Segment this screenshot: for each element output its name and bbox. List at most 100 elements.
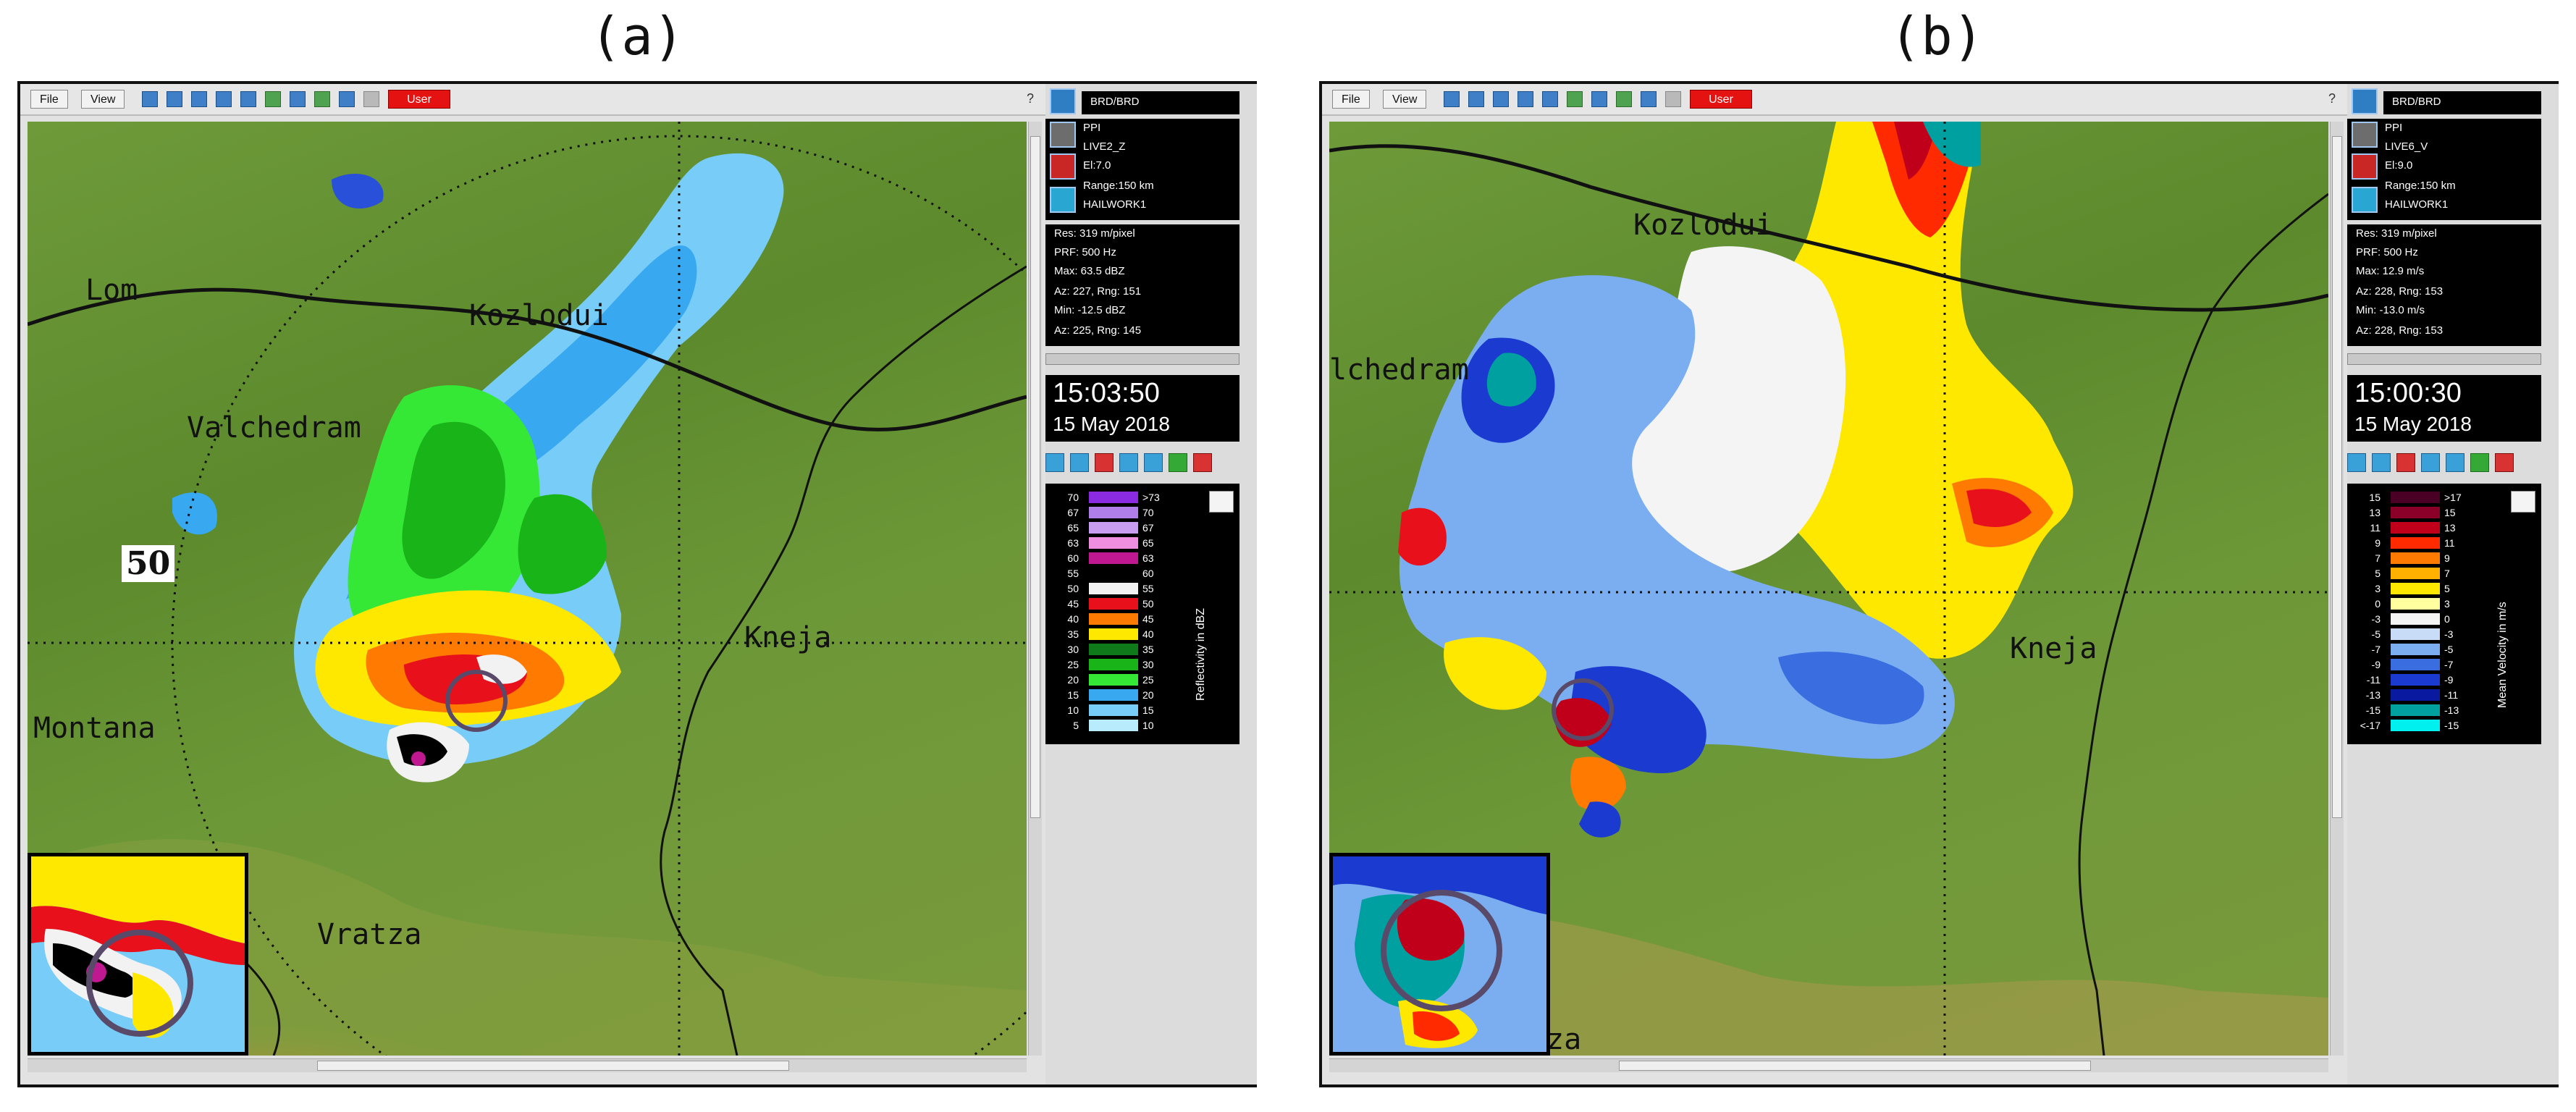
step-forward-icon[interactable] xyxy=(1144,453,1163,472)
scan-info: PPI LIVE2_Z El:7.0 Range:150 km HAILWORK… xyxy=(1045,119,1239,220)
legend-lower-value: -7 xyxy=(2371,644,2381,655)
play-back-icon[interactable] xyxy=(1045,453,1064,472)
play-forward-icon[interactable] xyxy=(2372,453,2391,472)
grid-icon[interactable] xyxy=(1641,91,1657,107)
zoom-inset-a xyxy=(28,853,248,1056)
crosshair-icon[interactable] xyxy=(1468,91,1484,107)
legend-upper-value: -15 xyxy=(2444,720,2459,731)
grid-icon[interactable] xyxy=(339,91,355,107)
site-icon[interactable] xyxy=(1050,88,1076,114)
loop-icon[interactable] xyxy=(1169,453,1187,472)
step-back-icon[interactable] xyxy=(2421,453,2440,472)
zoom-in-icon[interactable] xyxy=(1493,91,1509,107)
horizontal-scrollbar[interactable] xyxy=(1329,1058,2328,1072)
stat-line: Az: 228, Rng: 153 xyxy=(2356,324,2444,337)
legend-upper-value: 10 xyxy=(1142,720,1154,731)
stop-icon[interactable] xyxy=(2396,453,2415,472)
scroll-thumb[interactable] xyxy=(1030,136,1040,818)
layers-icon[interactable] xyxy=(1567,91,1583,107)
vertical-scrollbar[interactable] xyxy=(2330,122,2344,1056)
step-back-icon[interactable] xyxy=(1119,453,1138,472)
legend-row: -9 -7 xyxy=(2347,658,2492,671)
view-menu-button[interactable]: View xyxy=(81,90,125,109)
radar-map-b[interactable]: Kozlodui lchedram Kneja za xyxy=(1329,122,2328,1056)
legend-upper-value: -9 xyxy=(2444,674,2454,686)
info-sidebar: BRD/BRD PPI LIVE2_Z El:7.0 Range:150 km … xyxy=(1045,84,1257,1084)
heart-icon xyxy=(1050,153,1076,180)
legend-row: -11 -9 xyxy=(2347,673,2492,686)
help-icon[interactable]: ? xyxy=(2328,91,2336,106)
scroll-thumb[interactable] xyxy=(1619,1061,2091,1071)
vertical-scrollbar[interactable] xyxy=(1028,122,1042,1056)
help-icon[interactable]: ? xyxy=(1027,91,1034,106)
stat-line: Max: 63.5 dBZ xyxy=(1054,265,1125,277)
scan-type: PPI xyxy=(2385,122,2403,134)
task-name: HAILWORK1 xyxy=(2385,198,2449,211)
clock-icon xyxy=(1050,187,1076,213)
file-menu-button[interactable]: File xyxy=(30,90,68,109)
legend-row: 57 xyxy=(2347,567,2492,580)
file-menu-button[interactable]: File xyxy=(1332,90,1370,109)
legend-row: 9 11 xyxy=(2347,536,2492,549)
overlay-icon[interactable] xyxy=(1616,91,1632,107)
user-button[interactable]: User xyxy=(1690,90,1752,109)
horizontal-scrollbar[interactable] xyxy=(28,1058,1027,1072)
legend-title: Mean Velocity in m/s xyxy=(2496,602,2509,708)
legend-row: 70 >73 xyxy=(1045,491,1190,504)
crosshair-icon[interactable] xyxy=(167,91,182,107)
legend-swatch xyxy=(1089,674,1138,686)
legend-lower-value: 0 xyxy=(2375,598,2381,610)
stop-icon[interactable] xyxy=(1095,453,1114,472)
legend-lower-value: 35 xyxy=(1067,628,1079,640)
palette-edit-icon[interactable] xyxy=(1209,491,1234,513)
place-label: Montana xyxy=(33,712,156,745)
legend-swatch xyxy=(2391,598,2440,610)
legend-lower-value: 40 xyxy=(1067,613,1079,625)
layers-icon[interactable] xyxy=(265,91,281,107)
legend-title: Reflectivity in dBZ xyxy=(1195,607,1207,701)
scroll-thumb[interactable] xyxy=(317,1061,789,1071)
legend-upper-value: 25 xyxy=(1142,674,1154,686)
overlay-icon[interactable] xyxy=(314,91,330,107)
measure-icon[interactable] xyxy=(290,91,306,107)
zoom-in-icon[interactable] xyxy=(191,91,207,107)
place-label: Kneja xyxy=(744,621,832,654)
scan-time: 15:00:30 xyxy=(2354,378,2462,408)
site-icon[interactable] xyxy=(2352,88,2378,114)
legend-swatch xyxy=(1089,720,1138,731)
palette-icon[interactable] xyxy=(1444,91,1460,107)
legend-lower-value: -11 xyxy=(2366,674,2381,686)
legend-row: 5 10 xyxy=(1045,719,1190,732)
slider[interactable] xyxy=(1045,353,1239,365)
radar-map-a[interactable]: Lom Kozlodui Valchedram Kneja Montana Vr… xyxy=(28,122,1027,1056)
zoom-out-icon[interactable] xyxy=(1518,91,1533,107)
loop-icon[interactable] xyxy=(2470,453,2489,472)
pan-icon[interactable] xyxy=(240,91,256,107)
legend-row: -15 -13 xyxy=(2347,704,2492,717)
legend-lower-value: 5 xyxy=(1073,720,1079,731)
legend-lower-value: 70 xyxy=(1067,492,1079,503)
legend-swatch xyxy=(1089,659,1138,670)
user-button[interactable]: User xyxy=(388,90,450,109)
legend-swatch xyxy=(2391,552,2440,564)
pan-icon[interactable] xyxy=(1542,91,1558,107)
palette-icon[interactable] xyxy=(142,91,158,107)
play-forward-icon[interactable] xyxy=(1070,453,1089,472)
palette-edit-icon[interactable] xyxy=(2511,491,2535,513)
radar-window-b: File View User ? Kozlodui lchedram Kneja… xyxy=(1319,81,2559,1087)
measure-icon[interactable] xyxy=(1591,91,1607,107)
zoom-out-icon[interactable] xyxy=(216,91,232,107)
zoom-inset-b xyxy=(1329,853,1550,1056)
slider[interactable] xyxy=(2347,353,2541,365)
close-loop-icon[interactable] xyxy=(1193,453,1212,472)
legend-lower-value: 67 xyxy=(1067,507,1079,518)
place-label: lchedram xyxy=(1329,353,1469,387)
legend-upper-value: 30 xyxy=(1142,659,1154,670)
stat-line: PRF: 500 Hz xyxy=(1054,246,1116,258)
view-menu-button[interactable]: View xyxy=(1383,90,1427,109)
close-loop-icon[interactable] xyxy=(2495,453,2514,472)
legend-swatch xyxy=(1089,522,1138,534)
scroll-thumb[interactable] xyxy=(2332,136,2342,818)
step-forward-icon[interactable] xyxy=(2446,453,2465,472)
play-back-icon[interactable] xyxy=(2347,453,2366,472)
